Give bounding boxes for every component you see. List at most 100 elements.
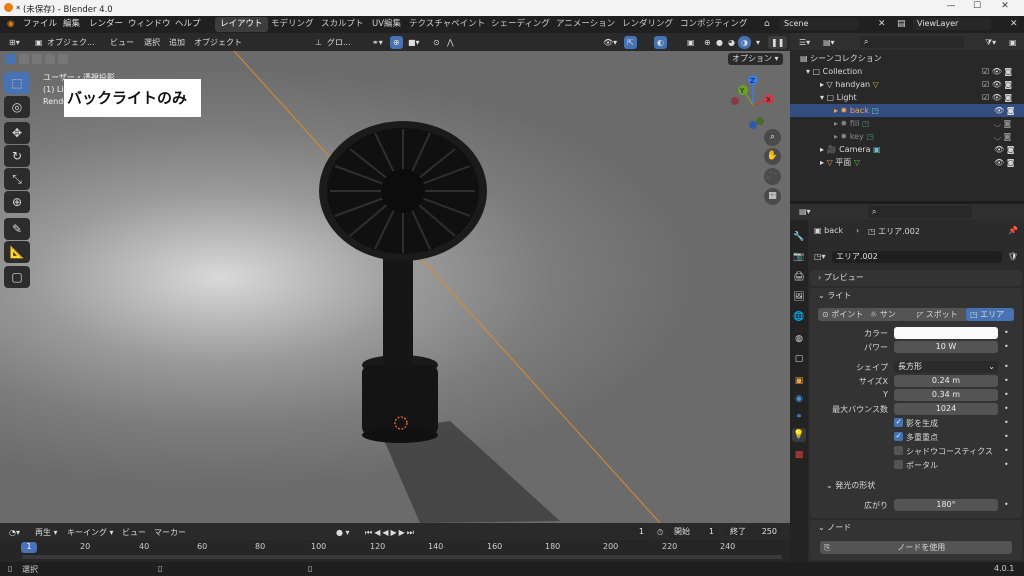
- timeline-scrollbar[interactable]: [22, 555, 782, 559]
- gizmo-icon[interactable]: ⇱: [624, 36, 637, 49]
- snap-icon[interactable]: ⊕: [390, 36, 403, 49]
- panel-nodes-header[interactable]: ⌄ ノード: [818, 521, 851, 535]
- new-collection-icon[interactable]: ▣: [1006, 36, 1020, 49]
- pivot-icon[interactable]: ⚭▾: [369, 36, 386, 49]
- zoom-icon[interactable]: ⌕: [764, 129, 781, 146]
- transform-tool-icon[interactable]: ⊕: [4, 191, 30, 213]
- options-dropdown[interactable]: オプション ▾: [728, 53, 783, 65]
- tab-modeling[interactable]: モデリング: [266, 17, 319, 32]
- menu-edit[interactable]: 編集: [60, 18, 83, 31]
- stopwatch-icon[interactable]: ⏱: [654, 526, 666, 539]
- visibility-icon[interactable]: 👁▾: [600, 36, 620, 49]
- menu-view[interactable]: ビュー: [107, 36, 137, 49]
- tab-uv[interactable]: UV編集: [367, 17, 406, 32]
- outliner-row-collection[interactable]: ▾ ▢ Collection ☑ 👁 ◙: [790, 65, 1024, 78]
- tab-rendering[interactable]: レンダリング: [617, 17, 678, 32]
- proportional-edit-icon[interactable]: ⊙: [430, 36, 443, 49]
- xray-icon[interactable]: ▣: [684, 36, 698, 49]
- outliner-editor-icon[interactable]: ☰▾: [796, 36, 813, 49]
- current-frame-marker[interactable]: 1: [21, 542, 37, 553]
- outliner-search-input[interactable]: ⌕: [860, 36, 964, 48]
- shading-material-icon[interactable]: ◕: [725, 36, 738, 49]
- view-layer-field[interactable]: ViewLayer: [913, 18, 991, 30]
- spread-field[interactable]: 180°: [894, 499, 998, 511]
- playback-controls[interactable]: ⏮◀◀▶▶⏭: [362, 526, 419, 539]
- view-layer-tab-icon[interactable]: 🖼: [792, 290, 806, 304]
- transform-orientation-selector[interactable]: グロ...: [324, 36, 354, 49]
- select-tool-icon[interactable]: ⬚: [4, 72, 30, 94]
- select-mode-icons[interactable]: [3, 53, 73, 67]
- snap-target-icon[interactable]: ■▾: [405, 36, 423, 49]
- scene-tab-icon[interactable]: 🌐: [792, 310, 806, 324]
- tool-tab-icon[interactable]: 🔧: [792, 230, 806, 244]
- view-layer-delete-icon[interactable]: ✕: [1010, 19, 1018, 29]
- subpanel-beam-shape[interactable]: ⌄ 発光の形状: [826, 479, 875, 493]
- menu-help[interactable]: ヘルプ: [172, 18, 204, 31]
- keyframe-dot[interactable]: •: [1004, 376, 1009, 385]
- add-cube-tool-icon[interactable]: ▢: [4, 266, 30, 288]
- type-spot[interactable]: ◸ スポット: [917, 309, 958, 320]
- 3d-viewport[interactable]: ユーザー・透視投影 (1) Li Rende オプション ▾ Z X Y ⌕ ✋…: [0, 51, 790, 523]
- render-tab-icon[interactable]: 📷: [792, 250, 806, 264]
- keying-menu[interactable]: キーイング ▾: [64, 526, 117, 539]
- minimize-icon[interactable]: —: [944, 1, 958, 15]
- keyframe-dot[interactable]: •: [1004, 328, 1009, 337]
- shading-options-icon[interactable]: ▾: [753, 36, 763, 49]
- end-frame-field[interactable]: 終了 250: [726, 526, 781, 538]
- select-extend-icon[interactable]: [19, 54, 29, 64]
- start-frame-field[interactable]: 開始 1: [670, 526, 718, 538]
- measure-tool-icon[interactable]: 📐: [4, 241, 30, 263]
- scene-field[interactable]: Scene: [780, 18, 858, 30]
- view-menu[interactable]: ビュー: [119, 526, 149, 539]
- navigation-gizmo[interactable]: Z X Y: [722, 73, 774, 129]
- fake-user-icon[interactable]: 🛡: [1008, 252, 1018, 261]
- keyframe-dot[interactable]: •: [1004, 404, 1009, 413]
- select-intersect-icon[interactable]: [58, 54, 68, 64]
- outliner-scene-collection[interactable]: ▤ シーンコレクション: [790, 52, 1024, 65]
- sizex-field[interactable]: 0.24 m: [894, 375, 998, 387]
- ortho-grid-icon[interactable]: ▦: [764, 188, 781, 205]
- texture-tab-icon[interactable]: ▩: [792, 448, 806, 462]
- bounces-field[interactable]: 1024: [894, 403, 998, 415]
- keyframe-dot[interactable]: •: [1004, 460, 1009, 469]
- timeline[interactable]: 1 20 40 60 80 100 120 140 160 180 200 22…: [0, 540, 790, 562]
- menu-window[interactable]: ウィンドウ: [125, 18, 174, 31]
- use-nodes-button[interactable]: ⎘ ノードを使用: [820, 541, 1012, 554]
- clock-icon[interactable]: ◔▾: [6, 526, 23, 539]
- keyframe-dot[interactable]: •: [1004, 432, 1009, 441]
- camera-view-icon[interactable]: 🎥: [764, 168, 781, 185]
- light-datablock-icon[interactable]: ◳▾: [814, 252, 826, 261]
- output-tab-icon[interactable]: 🖨: [792, 270, 806, 284]
- move-tool-icon[interactable]: ✥: [4, 122, 30, 144]
- outliner-row-back[interactable]: ▸ ✹ back ◳ 👁 ◙: [790, 104, 1024, 117]
- sizey-field[interactable]: 0.34 m: [894, 389, 998, 401]
- type-sun[interactable]: ☼ サン: [870, 309, 896, 320]
- portal-checkbox[interactable]: [894, 460, 903, 469]
- tab-animation[interactable]: アニメーション: [551, 17, 620, 32]
- marker-menu[interactable]: マーカー: [151, 526, 189, 539]
- keyframe-dot[interactable]: •: [1004, 362, 1009, 371]
- overlay-icon[interactable]: ◐: [654, 36, 667, 49]
- menu-render[interactable]: レンダー: [86, 18, 126, 31]
- keyframe-dot[interactable]: •: [1004, 342, 1009, 351]
- power-field[interactable]: 10 W: [894, 341, 998, 353]
- pan-hand-icon[interactable]: ✋: [764, 148, 781, 165]
- blender-menu-icon[interactable]: ◉: [4, 18, 17, 31]
- caustics-checkbox[interactable]: [894, 446, 903, 455]
- light-data-tab-icon[interactable]: 💡: [792, 428, 806, 442]
- outliner-row-camera[interactable]: ▸ 🎥 Camera ▣ 👁 ◙: [790, 143, 1024, 156]
- maximize-icon[interactable]: ☐: [970, 1, 984, 15]
- outliner-row-plane[interactable]: ▸ ▽ 平面 ▽ 👁 ◙: [790, 156, 1024, 169]
- pause-render-icon[interactable]: ❚❚: [768, 36, 788, 49]
- shading-rendered-icon[interactable]: ◑: [738, 36, 751, 49]
- keyframe-dot[interactable]: •: [1004, 500, 1009, 509]
- rotate-tool-icon[interactable]: ↻: [4, 145, 30, 167]
- outliner-row-key[interactable]: ▸ ✹ key ◳ ◡ ◙: [790, 130, 1024, 143]
- mis-checkbox[interactable]: ✓: [894, 432, 903, 441]
- filter-icon[interactable]: ⧩▾: [982, 36, 999, 49]
- record-icon[interactable]: ● ▾: [333, 526, 353, 539]
- select-box-icon[interactable]: [6, 54, 16, 64]
- tab-texture-paint[interactable]: テクスチャペイント: [404, 17, 490, 32]
- color-swatch[interactable]: [894, 327, 998, 339]
- menu-object[interactable]: オブジェクト: [191, 36, 245, 49]
